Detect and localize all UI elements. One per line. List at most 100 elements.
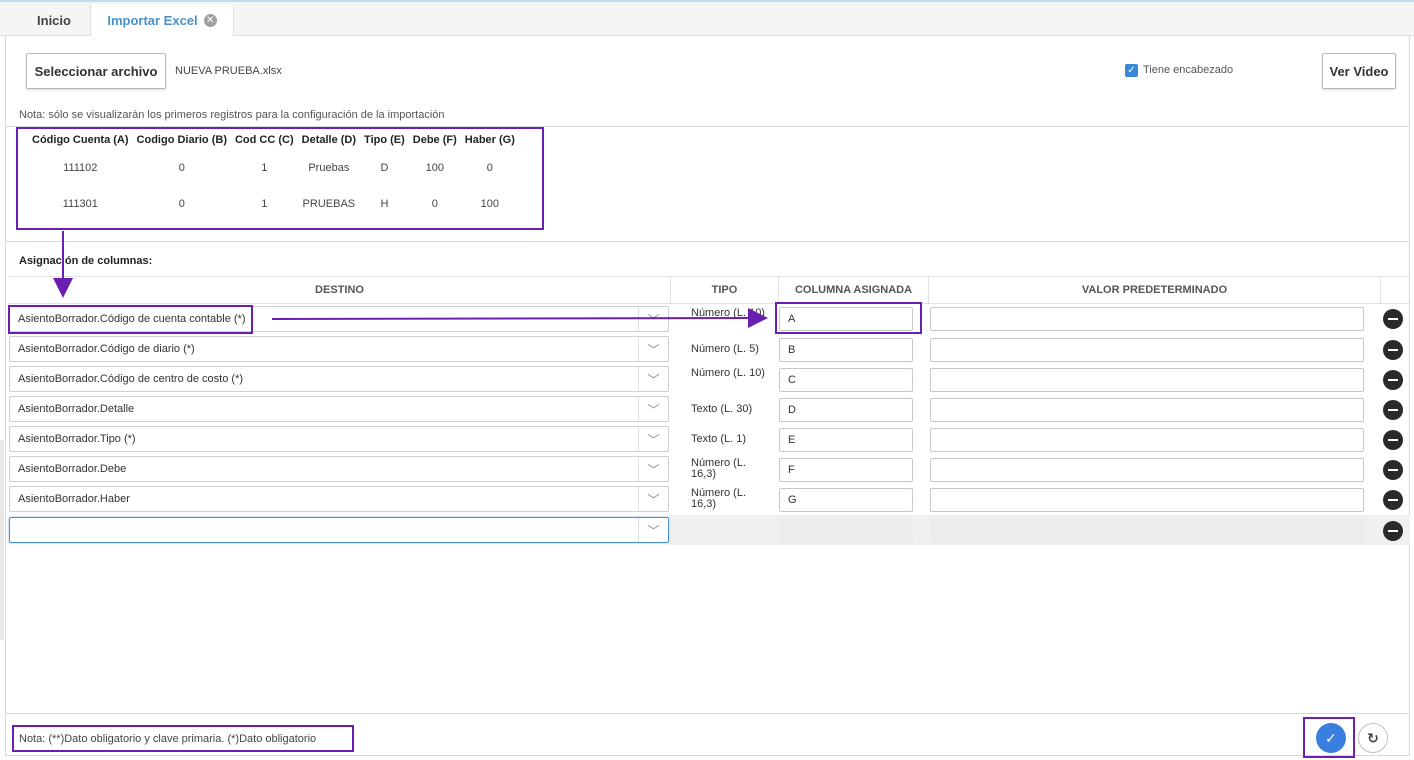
- valor-input[interactable]: [930, 368, 1364, 392]
- preview-row: 111102 0 1 Pruebas D 100 0: [28, 150, 519, 186]
- destino-select[interactable]: AsientoBorrador.Código de centro de cost…: [9, 366, 669, 392]
- destino-select[interactable]: AsientoBorrador.Haber ﹀: [9, 486, 669, 512]
- select-file-button[interactable]: Seleccionar archivo: [26, 53, 166, 89]
- destino-select[interactable]: AsientoBorrador.Debe ﹀: [9, 456, 669, 482]
- valor-input[interactable]: [930, 458, 1364, 482]
- preview-header: Código Cuenta (A): [32, 134, 129, 146]
- preview-table: Código Cuenta (A) Codigo Diario (B) Cod …: [28, 130, 519, 222]
- destino-select[interactable]: AsientoBorrador.Código de diario (*) ﹀: [9, 336, 669, 362]
- select-file-label: Seleccionar archivo: [34, 63, 158, 79]
- columna-input[interactable]: F: [779, 458, 913, 482]
- left-edge: [0, 440, 4, 640]
- tipo-value: Número (L. 10): [691, 307, 765, 319]
- valor-input[interactable]: [930, 398, 1364, 422]
- tipo-value: Texto (L. 30): [691, 403, 753, 415]
- video-button[interactable]: Ver Video: [1322, 53, 1396, 89]
- file-name: NUEVA PRUEBA.xlsx: [175, 65, 282, 77]
- remove-row-icon[interactable]: [1383, 309, 1403, 329]
- columna-input[interactable]: E: [779, 428, 913, 452]
- preview-header: Detalle (D): [301, 134, 357, 146]
- header-destino: DESTINO: [9, 276, 671, 304]
- header-valor-predeterminado: VALOR PREDETERMINADO: [929, 276, 1381, 304]
- columna-input[interactable]: D: [779, 398, 913, 422]
- valor-input[interactable]: [930, 488, 1364, 512]
- remove-row-icon[interactable]: [1383, 370, 1403, 390]
- preview-cell: 0: [431, 198, 438, 210]
- preview-header: Codigo Diario (B): [136, 134, 227, 146]
- chevron-down-icon: ﹀: [638, 457, 668, 481]
- preview-cell: H: [380, 198, 389, 210]
- destino-value: AsientoBorrador.Debe: [18, 463, 127, 475]
- required-note: Nota: (**)Dato obligatorio y clave prima…: [19, 733, 317, 745]
- destino-value: AsientoBorrador.Código de centro de cost…: [18, 373, 244, 385]
- destino-value: AsientoBorrador.Código de diario (*): [18, 343, 195, 355]
- remove-row-icon[interactable]: [1383, 521, 1403, 541]
- tipo-value: Número (L. 16,3): [691, 457, 747, 480]
- tab-importar-excel-label: Importar Excel: [107, 12, 198, 28]
- columna-input-disabled: [779, 519, 913, 543]
- tab-inicio[interactable]: Inicio: [18, 4, 90, 36]
- valor-input[interactable]: [930, 428, 1364, 452]
- tab-importar-excel[interactable]: Importar Excel ✕: [90, 4, 234, 36]
- chevron-down-icon: ﹀: [638, 307, 668, 331]
- tipo-value: Número (L. 5): [691, 343, 759, 355]
- remove-row-icon[interactable]: [1383, 400, 1403, 420]
- columna-input[interactable]: A: [779, 307, 913, 331]
- preview-note: Nota: sólo se visualizarán los primeros …: [19, 109, 445, 121]
- valor-input[interactable]: [930, 338, 1364, 362]
- preview-cell: PRUEBAS: [302, 198, 356, 210]
- preview-cell: D: [380, 162, 389, 174]
- preview-header: Haber (G): [464, 134, 515, 146]
- chevron-down-icon: ﹀: [638, 337, 668, 361]
- chevron-down-icon: ﹀: [638, 397, 668, 421]
- valor-input-disabled: [930, 519, 1364, 543]
- tab-bar-accent: [0, 0, 1414, 2]
- header-columna-asignada: COLUMNA ASIGNADA: [779, 276, 929, 304]
- has-header-checkbox[interactable]: ✓: [1125, 64, 1138, 77]
- video-button-label: Ver Video: [1329, 63, 1389, 79]
- preview-cell: 111301: [62, 198, 98, 210]
- destino-select-new[interactable]: ﹀: [9, 517, 669, 543]
- tab-inicio-label: Inicio: [37, 12, 71, 28]
- refresh-icon[interactable]: ↻: [1358, 723, 1388, 753]
- preview-cell: 100: [480, 198, 500, 210]
- tab-bar: Inicio Importar Excel ✕: [0, 0, 1414, 36]
- destino-select[interactable]: AsientoBorrador.Código de cuenta contabl…: [9, 306, 669, 332]
- valor-input[interactable]: [930, 307, 1364, 331]
- has-header-label: Tiene encabezado: [1143, 64, 1234, 76]
- preview-cell: 1: [261, 162, 268, 174]
- header-actions: [1381, 276, 1410, 304]
- tipo-value: Número (L. 10): [691, 367, 765, 379]
- chevron-down-icon: ﹀: [638, 487, 668, 511]
- chevron-down-icon: ﹀: [638, 427, 668, 451]
- preview-cell: Pruebas: [308, 162, 350, 174]
- remove-row-icon[interactable]: [1383, 340, 1403, 360]
- footer-divider: [5, 713, 1410, 714]
- preview-cell: 1: [261, 198, 268, 210]
- columna-input[interactable]: B: [779, 338, 913, 362]
- chevron-down-icon: ﹀: [638, 518, 668, 542]
- preview-cell: 0: [486, 162, 493, 174]
- destino-value: AsientoBorrador.Detalle: [18, 403, 135, 415]
- remove-row-icon[interactable]: [1383, 430, 1403, 450]
- preview-row: 111301 0 1 PRUEBAS H 0 100: [28, 186, 519, 222]
- destino-select[interactable]: AsientoBorrador.Detalle ﹀: [9, 396, 669, 422]
- preview-header: Tipo (E): [364, 134, 405, 146]
- remove-row-icon[interactable]: [1383, 490, 1403, 510]
- remove-row-icon[interactable]: [1383, 460, 1403, 480]
- close-tab-icon[interactable]: ✕: [203, 13, 217, 27]
- mapping-title: Asignación de columnas:: [19, 255, 153, 267]
- destino-value: AsientoBorrador.Tipo (*): [18, 433, 136, 445]
- header-tipo: TIPO: [671, 276, 779, 304]
- columna-input[interactable]: G: [779, 488, 913, 512]
- destino-value: AsientoBorrador.Haber: [18, 493, 130, 505]
- destino-select[interactable]: AsientoBorrador.Tipo (*) ﹀: [9, 426, 669, 452]
- check-icon[interactable]: ✓: [1316, 723, 1346, 753]
- preview-cell: 100: [425, 162, 444, 174]
- preview-cell: 0: [178, 162, 185, 174]
- tipo-value: Número (L. 16,3): [691, 487, 747, 510]
- columna-input[interactable]: C: [779, 368, 913, 392]
- preview-header: Debe (F): [412, 134, 457, 146]
- preview-cell: 0: [178, 198, 185, 210]
- preview-header-row: Código Cuenta (A) Codigo Diario (B) Cod …: [28, 130, 519, 150]
